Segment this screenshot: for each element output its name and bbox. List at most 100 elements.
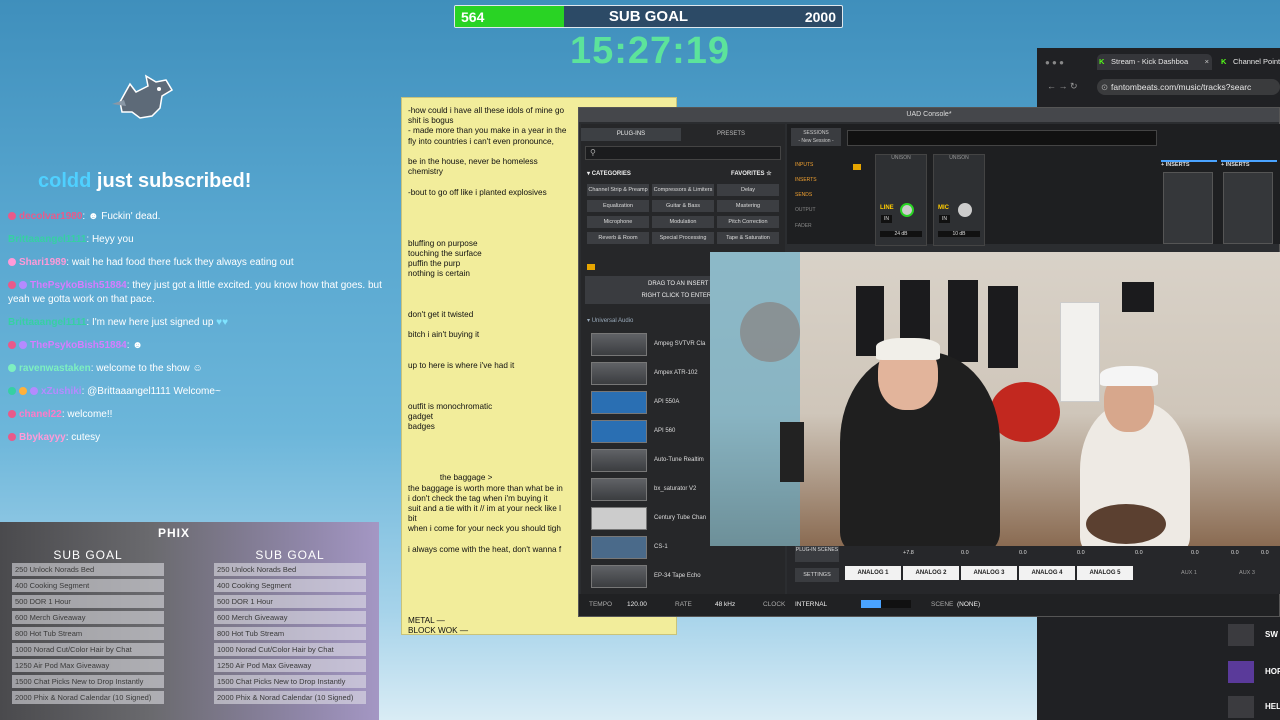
tab-plugins[interactable]: PLUG-INS (581, 128, 681, 141)
routing-inserts[interactable]: INSERTS (795, 177, 817, 183)
aux-bus-1[interactable]: AUX 1 (1161, 570, 1217, 576)
category-button[interactable]: Microphone (587, 216, 649, 228)
playlist-item[interactable]: HOR (1228, 661, 1280, 683)
chat-text: welcome!! (67, 409, 113, 420)
plugin-thumbnail (591, 565, 647, 588)
category-button[interactable]: Guitar & Bass (652, 200, 714, 212)
track-art-icon (1228, 696, 1254, 718)
goal-item: 2000 Phix & Norad Calendar (10 Signed) (214, 691, 366, 704)
folder-icon (587, 264, 595, 270)
gain-readout: 10 dB (938, 231, 980, 237)
category-button[interactable]: Delay (717, 184, 779, 196)
analog-bus-4[interactable]: ANALOG 4 (1019, 566, 1075, 580)
window-controls-icon[interactable]: ● ● ● (1045, 58, 1064, 67)
mixer-bottom: PLUG-IN SCENES SETTINGS +7.8 0.0 0.0 0.0… (787, 546, 1280, 594)
clock-value[interactable]: INTERNAL (795, 601, 827, 608)
acoustic-panel (948, 280, 978, 362)
line-button[interactable]: LINE (880, 205, 894, 211)
insert-slots[interactable] (1223, 172, 1273, 244)
chat-text: cutesy (71, 432, 101, 443)
mic-button[interactable]: MIC (938, 205, 949, 211)
analog-bus-2[interactable]: ANALOG 2 (903, 566, 959, 580)
tab-presets[interactable]: PRESETS (681, 128, 781, 141)
aux-bus-3[interactable]: AUX 3 (1219, 570, 1275, 576)
chat-message: Brittaaangel1111: Heyy you (8, 234, 134, 245)
meter-bridge (847, 130, 1157, 146)
category-button[interactable]: Mastering (717, 200, 779, 212)
playlist-item[interactable]: HEL (1228, 696, 1280, 718)
favorites-header[interactable]: FAVORITES ☆ (731, 170, 772, 177)
scene-value[interactable]: (NONE) (957, 601, 980, 608)
close-icon[interactable]: × (1205, 54, 1209, 70)
clock-label: CLOCK (763, 601, 786, 608)
chat-username: decolvar1980 (19, 211, 83, 222)
unison-label: UNISON (949, 155, 969, 161)
insert-slots[interactable] (1163, 172, 1213, 244)
wolf-mascot-icon (112, 74, 174, 119)
line-input-button[interactable]: IN (881, 215, 892, 223)
goal-item: 600 Merch Giveaway (12, 611, 164, 624)
address-bar[interactable]: ⊙ fantombeats.com/music/tracks?searc (1097, 79, 1280, 95)
gain-knob[interactable] (900, 203, 914, 217)
subscriber-name: coldd (38, 170, 92, 192)
category-button[interactable]: Modulation (652, 216, 714, 228)
analog-bus-3[interactable]: ANALOG 3 (961, 566, 1017, 580)
goal-item: 250 Unlock Norads Bed (214, 563, 366, 576)
cap (1100, 366, 1158, 386)
tempo-value[interactable]: 120.00 (627, 601, 647, 608)
plugin-item[interactable]: EP-34 Tape Echo (589, 564, 779, 590)
category-button[interactable]: Compressors & Limiters (652, 184, 714, 196)
badge-icon (19, 341, 27, 349)
track-title: HEL (1265, 702, 1280, 711)
badge-icon (8, 410, 16, 418)
subscription-text: just subscribed! (96, 170, 252, 192)
plugin-scenes-button[interactable]: PLUG-IN SCENES (795, 546, 839, 562)
hair-main (876, 338, 940, 360)
status-bar: TEMPO 120.00 RATE 48 kHz CLOCK INTERNAL … (579, 594, 1279, 616)
gain-knob[interactable] (958, 203, 972, 217)
category-button[interactable]: Reverb & Room (587, 232, 649, 244)
inserts-header: + INSERTS (1161, 160, 1217, 168)
plugin-thumbnail (591, 333, 647, 356)
goal-column-title: SUB GOAL (53, 548, 123, 562)
categories-header[interactable]: ▾ CATEGORIES (587, 170, 631, 177)
favorites-label: FAVORITES (731, 171, 765, 177)
search-icon: ⚲ (590, 148, 596, 157)
browser-tab[interactable]: K Channel Point (1219, 54, 1280, 70)
mic-input-button[interactable]: IN (939, 215, 950, 223)
badge-icon (8, 364, 16, 372)
chat-text: welcome to the show (96, 363, 190, 374)
chat-text: Fuckin' dead. (101, 211, 161, 222)
level-readout: +7.8 (903, 550, 914, 556)
category-button[interactable]: Channel Strip & Preamp (587, 184, 649, 196)
badge-icon (19, 387, 27, 395)
chat-message: Brittaaangel1111: I'm new here just sign… (8, 317, 229, 328)
category-button[interactable]: Equalization (587, 200, 649, 212)
chat-message: ravenwastaken: welcome to the show ☺ (8, 362, 388, 376)
badge-icon (30, 387, 38, 395)
analog-bus-1[interactable]: ANALOG 1 (845, 566, 901, 580)
url-text: fantombeats.com/music/tracks?searc (1111, 82, 1252, 92)
category-button[interactable]: Special Processing (652, 232, 714, 244)
routing-output[interactable]: OUTPUT (795, 207, 816, 213)
sessions-button[interactable]: SESSIONS - New Session - (791, 128, 841, 146)
chat-message: ThePsykoBish51884: they just got a littl… (8, 280, 382, 305)
browser-tab[interactable]: K Stream - Kick Dashboa × (1097, 54, 1212, 70)
rate-value[interactable]: 48 kHz (715, 601, 735, 608)
back-forward-icon[interactable]: ← → ↻ (1047, 81, 1078, 92)
playlist-item[interactable]: SW (1228, 624, 1280, 646)
category-button[interactable]: Pitch Correction (717, 216, 779, 228)
plugin-search-input[interactable]: ⚲ (585, 146, 781, 160)
routing-inputs[interactable]: INPUTS (795, 162, 813, 168)
level-readout: 0.0 (1077, 550, 1085, 556)
category-button[interactable]: Tape & Saturation (717, 232, 779, 244)
routing-sends[interactable]: SENDS (795, 192, 812, 198)
kick-icon: K (1221, 57, 1227, 66)
analog-bus-5[interactable]: ANALOG 5 (1077, 566, 1133, 580)
routing-fader[interactable]: FADER (795, 223, 812, 229)
chat-message: Shari1989: wait he had food there fuck t… (8, 256, 388, 270)
settings-button[interactable]: SETTINGS (795, 568, 839, 582)
chat-username: ThePsykoBish51884 (30, 340, 127, 351)
vendor-header[interactable]: ▾ Universal Audio (587, 317, 633, 324)
categories-label: CATEGORIES (591, 171, 631, 177)
